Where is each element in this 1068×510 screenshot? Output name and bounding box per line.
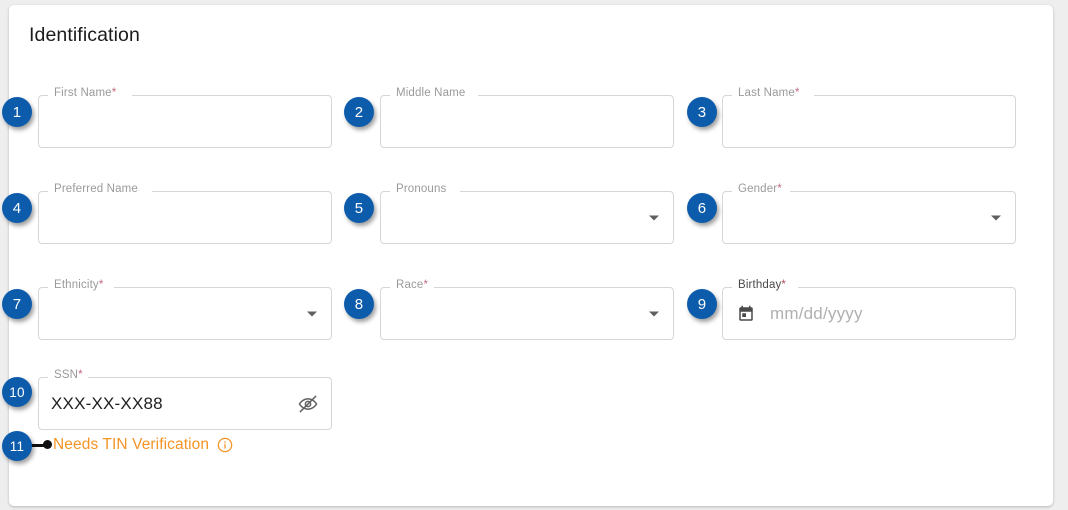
field-label-ethnicity: Ethnicity* [51,278,107,293]
chevron-down-icon[interactable] [649,215,659,220]
field-outline [380,287,674,340]
label-text: Gender [738,183,778,195]
label-text: Middle Name [396,87,466,99]
field-value-ssn: XXX-XX-XX88 [51,394,163,413]
field-outline [722,95,1016,148]
field-label-preferred-name: Preferred Name [51,182,141,197]
chevron-down-icon[interactable] [991,215,1001,220]
required-asterisk: * [794,87,800,99]
annotation-badge-9: 9 [687,289,717,319]
field-preferred-name[interactable]: Preferred Name [38,182,332,244]
field-label-gender: Gender* [735,182,785,197]
field-label-pronouns: Pronouns [393,182,450,197]
field-birthday[interactable]: Birthday* mm/dd/yyyy [722,278,1016,340]
chevron-down-icon[interactable] [649,311,659,316]
field-outline [38,95,332,148]
field-outline [722,191,1016,244]
label-text: First Name [54,87,112,99]
field-placeholder-birthday: mm/dd/yyyy [770,304,863,323]
annotation-badge-6: 6 [687,193,717,223]
annotation-leader-dot [43,440,52,449]
label-text: Pronouns [396,183,447,195]
annotation-badge-1: 1 [2,97,32,127]
field-label-race: Race* [393,278,432,293]
field-outline [380,191,674,244]
annotation-badge-8: 8 [344,289,374,319]
annotation-badge-10: 10 [2,377,32,407]
eye-off-icon[interactable] [297,393,319,415]
required-asterisk: * [111,87,117,99]
field-outline [722,287,1016,340]
calendar-icon[interactable] [737,305,755,323]
required-asterisk: * [423,279,429,291]
field-outline [380,95,674,148]
annotation-badge-5: 5 [344,193,374,223]
chevron-down-icon[interactable] [307,311,317,316]
label-text: Last Name [738,87,795,99]
annotation-badge-11: 11 [2,431,32,461]
field-first-name[interactable]: First Name* [38,86,332,148]
label-text: Preferred Name [54,183,138,195]
field-label-middle-name: Middle Name [393,86,469,101]
tin-verification-note: Needs TIN Verification [53,436,233,454]
field-middle-name[interactable]: Middle Name [380,86,674,148]
field-last-name[interactable]: Last Name* [722,86,1016,148]
label-text: Ethnicity [54,279,99,291]
field-gender[interactable]: Gender* [722,182,1016,244]
field-race[interactable]: Race* [380,278,674,340]
field-ethnicity[interactable]: Ethnicity* [38,278,332,340]
field-ssn[interactable]: SSN* XXX-XX-XX88 [38,368,332,430]
annotation-badge-4: 4 [2,193,32,223]
field-outline [38,287,332,340]
annotation-badge-3: 3 [687,97,717,127]
label-text: Race [396,279,424,291]
field-label-last-name: Last Name* [735,86,803,101]
field-label-first-name: First Name* [51,86,120,101]
identification-form: First Name* Middle Name Last Name* Prefe… [0,0,1068,510]
annotation-badge-7: 7 [2,289,32,319]
field-pronouns[interactable]: Pronouns [380,182,674,244]
info-icon[interactable] [217,437,233,453]
tin-verification-text: Needs TIN Verification [53,436,210,453]
required-asterisk: * [98,279,104,291]
field-outline [38,191,332,244]
required-asterisk: * [777,183,782,195]
annotation-badge-2: 2 [344,97,374,127]
